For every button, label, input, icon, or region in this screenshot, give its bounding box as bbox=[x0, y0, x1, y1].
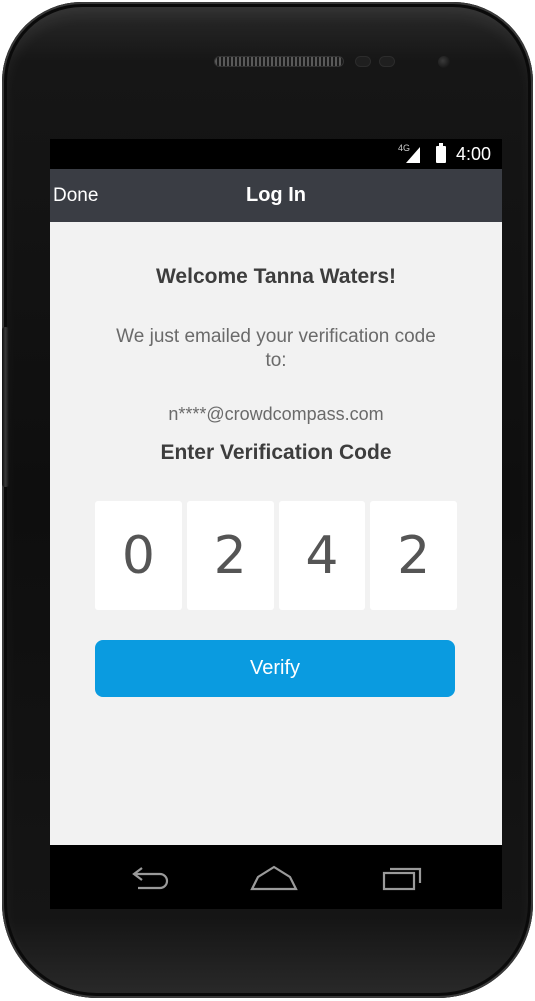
masked-email: n****@crowdcompass.com bbox=[168, 404, 384, 424]
back-button[interactable] bbox=[120, 861, 180, 895]
enter-code-label: Enter Verification Code bbox=[160, 441, 392, 464]
side-volume-button bbox=[2, 327, 9, 487]
code-digit-4[interactable]: 2 bbox=[370, 501, 457, 610]
earpiece-speaker bbox=[215, 57, 343, 66]
navigation-bar bbox=[50, 845, 502, 909]
verify-button[interactable]: Verify bbox=[95, 640, 455, 697]
home-button[interactable] bbox=[244, 861, 304, 895]
app-bar: Done Log In bbox=[50, 169, 502, 222]
signal-icon bbox=[406, 147, 420, 163]
back-icon bbox=[132, 867, 169, 890]
phone-device-frame: 4G 4:00 Done Log In Welcome Tanna Waters… bbox=[2, 2, 533, 998]
status-bar: 4G 4:00 bbox=[50, 139, 502, 169]
front-camera-icon bbox=[438, 56, 450, 68]
proximity-sensor bbox=[356, 57, 370, 66]
status-time: 4:00 bbox=[456, 144, 492, 164]
code-digit-2[interactable]: 2 bbox=[186, 501, 274, 610]
light-sensor bbox=[380, 57, 394, 66]
code-digit-3[interactable]: 4 bbox=[278, 501, 366, 610]
battery-icon bbox=[436, 143, 446, 163]
welcome-heading: Welcome Tanna Waters! bbox=[155, 265, 396, 288]
code-digit-1[interactable]: 0 bbox=[95, 501, 182, 610]
login-content: Welcome Tanna Waters! We just emailed yo… bbox=[50, 222, 502, 845]
page-title: Log In bbox=[246, 184, 306, 206]
screen: 4G 4:00 Done Log In Welcome Tanna Waters… bbox=[50, 139, 502, 909]
emailed-message: We just emailed your verification code t… bbox=[116, 326, 436, 371]
verification-code-input: 0 2 4 2 bbox=[95, 501, 457, 610]
recent-apps-button[interactable] bbox=[372, 861, 432, 895]
home-icon bbox=[250, 865, 298, 891]
recent-apps-icon bbox=[382, 867, 422, 891]
